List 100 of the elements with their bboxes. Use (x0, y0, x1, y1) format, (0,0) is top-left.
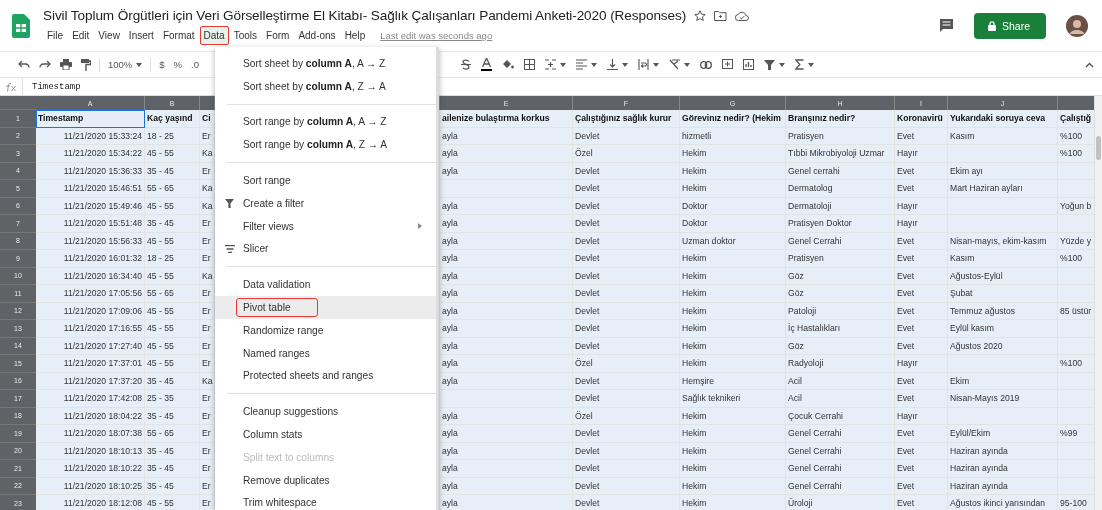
menu-item[interactable]: Trim whitespace (243, 494, 325, 510)
menu-item[interactable]: File (43, 26, 68, 45)
menu-item[interactable]: Create a filter (243, 194, 313, 212)
table-cell[interactable]: Hekim (680, 250, 786, 268)
table-cell[interactable]: Eylül/Ekim (948, 425, 1058, 443)
table-cell[interactable]: Hekim (680, 460, 786, 478)
table-cell[interactable]: Dermatolog (786, 180, 895, 198)
table-cell[interactable]: ayla (440, 320, 573, 338)
table-cell[interactable]: Er (200, 425, 215, 443)
menu-item[interactable]: Help (340, 26, 370, 45)
table-cell[interactable]: Branşınız nedir? (786, 110, 895, 128)
table-cell[interactable]: Acil (786, 390, 895, 408)
table-cell[interactable]: Şubat (948, 285, 1058, 303)
table-cell[interactable]: %99 (1058, 425, 1094, 443)
table-cell[interactable]: ayla (440, 145, 573, 163)
table-cell[interactable]: Genel Cerrahi (786, 425, 895, 443)
table-cell[interactable]: 35 - 45 (145, 215, 200, 233)
table-cell[interactable]: 11/21/2020 17:16:55 (36, 320, 145, 338)
table-cell[interactable]: 95-100 (1058, 495, 1094, 510)
table-cell[interactable]: %100 (1058, 145, 1094, 163)
table-cell[interactable]: Doktor (680, 215, 786, 233)
percent-format-button[interactable]: % (173, 59, 183, 70)
menu-item[interactable]: Named ranges (243, 344, 318, 362)
table-cell[interactable]: %100 (1058, 355, 1094, 373)
table-cell[interactable]: Hayır (895, 145, 948, 163)
table-cell[interactable]: Genel Cerrahi (786, 460, 895, 478)
menu-item[interactable]: Tools (229, 26, 262, 45)
menu-item[interactable]: Add-ons (294, 26, 340, 45)
table-cell[interactable]: Özel (573, 145, 680, 163)
table-cell[interactable]: Sağlık teknikeri (680, 390, 786, 408)
menu-item[interactable]: Filter views (243, 217, 302, 235)
table-cell[interactable]: 11/21/2020 17:42:08 (36, 390, 145, 408)
table-cell[interactable]: 45 - 55 (145, 320, 200, 338)
last-edit-link[interactable]: Last edit was seconds ago (380, 30, 493, 41)
table-cell[interactable]: Yukarıdaki soruya ceva (948, 110, 1058, 128)
table-cell[interactable]: ayla (440, 250, 573, 268)
menu-item[interactable]: Protected sheets and ranges (243, 367, 382, 385)
decimal-format-button[interactable]: .0 (191, 59, 199, 70)
table-cell[interactable]: 45 - 55 (145, 355, 200, 373)
table-cell[interactable]: 55 - 65 (145, 180, 200, 198)
table-cell[interactable]: 11/21/2020 15:46:51 (36, 180, 145, 198)
table-cell[interactable]: Pratisyen Doktor (786, 215, 895, 233)
table-cell[interactable]: 11/21/2020 17:05:56 (36, 285, 145, 303)
table-cell[interactable]: Çalıştığ (1058, 110, 1094, 128)
menu-item[interactable]: Cleanup suggestions (243, 403, 347, 421)
table-cell[interactable]: ayla (440, 285, 573, 303)
table-cell[interactable]: Er (200, 460, 215, 478)
table-cell[interactable]: ayla (440, 495, 573, 510)
table-cell[interactable]: Radyoloji (786, 355, 895, 373)
table-cell[interactable]: 25 - 35 (145, 390, 200, 408)
table-cell[interactable]: 11/21/2020 18:07:38 (36, 425, 145, 443)
menu-item[interactable]: Remove duplicates (243, 471, 338, 489)
menu-item[interactable]: Data validation (243, 276, 319, 294)
table-cell[interactable]: Evet (895, 390, 948, 408)
table-cell[interactable]: Devlet (573, 285, 680, 303)
table-cell[interactable]: Evet (895, 495, 948, 510)
table-cell[interactable]: Ağustos ikinci yarısından (948, 495, 1058, 510)
menu-item[interactable]: Sort range (243, 172, 299, 190)
table-cell[interactable]: 11/21/2020 17:37:01 (36, 355, 145, 373)
menu-item[interactable]: Sort range by column A, A → Z (243, 113, 395, 131)
table-cell[interactable]: Devlet (573, 390, 680, 408)
table-cell[interactable]: Koronavirü (895, 110, 948, 128)
table-cell[interactable]: Hekim (680, 425, 786, 443)
menu-item[interactable]: Column stats (243, 426, 311, 444)
table-cell[interactable]: 11/21/2020 16:01:32 (36, 250, 145, 268)
table-cell[interactable]: 45 - 55 (145, 495, 200, 510)
table-cell[interactable]: 11/21/2020 15:51:48 (36, 215, 145, 233)
menu-item[interactable]: View (94, 26, 124, 45)
menu-item[interactable]: Format (158, 26, 199, 45)
table-cell[interactable]: Er (200, 250, 215, 268)
table-cell[interactable]: Evet (895, 460, 948, 478)
menu-item[interactable]: Insert (124, 26, 158, 45)
table-cell[interactable]: Hekim (680, 320, 786, 338)
table-cell[interactable]: 55 - 65 (145, 285, 200, 303)
table-cell[interactable]: Devlet (573, 425, 680, 443)
menu-item[interactable]: Data (199, 26, 229, 45)
table-cell[interactable]: Devlet (573, 495, 680, 510)
table-cell[interactable]: Devlet (573, 250, 680, 268)
table-cell[interactable]: Evet (895, 425, 948, 443)
table-cell[interactable]: Tıbbi Mikrobiyoloji Uzmar (786, 145, 895, 163)
table-cell[interactable]: 35 - 45 (145, 460, 200, 478)
table-cell[interactable]: Devlet (573, 215, 680, 233)
table-cell[interactable]: Devlet (573, 320, 680, 338)
table-cell[interactable]: Devlet (573, 460, 680, 478)
table-cell[interactable]: ayla (440, 215, 573, 233)
table-cell[interactable]: 11/21/2020 18:12:08 (36, 495, 145, 510)
menu-item[interactable]: Slicer (243, 240, 277, 258)
table-cell[interactable]: 55 - 65 (145, 425, 200, 443)
table-cell[interactable]: Mart Haziran ayları (948, 180, 1058, 198)
menu-item[interactable]: Randomize range (243, 321, 332, 339)
formula-input[interactable]: Timestamp (32, 81, 81, 92)
zoom-dropdown[interactable]: 100% (108, 59, 143, 70)
table-cell[interactable]: Er (200, 355, 215, 373)
table-cell[interactable]: Pratisyen (786, 250, 895, 268)
table-cell[interactable]: Hekim (680, 285, 786, 303)
table-cell[interactable]: ayla (440, 460, 573, 478)
table-cell[interactable]: Göz (786, 285, 895, 303)
table-cell[interactable]: 18 - 25 (145, 250, 200, 268)
table-cell[interactable]: Görevinız nedir? (Hekim (680, 110, 786, 128)
table-cell[interactable]: Hayır (895, 215, 948, 233)
